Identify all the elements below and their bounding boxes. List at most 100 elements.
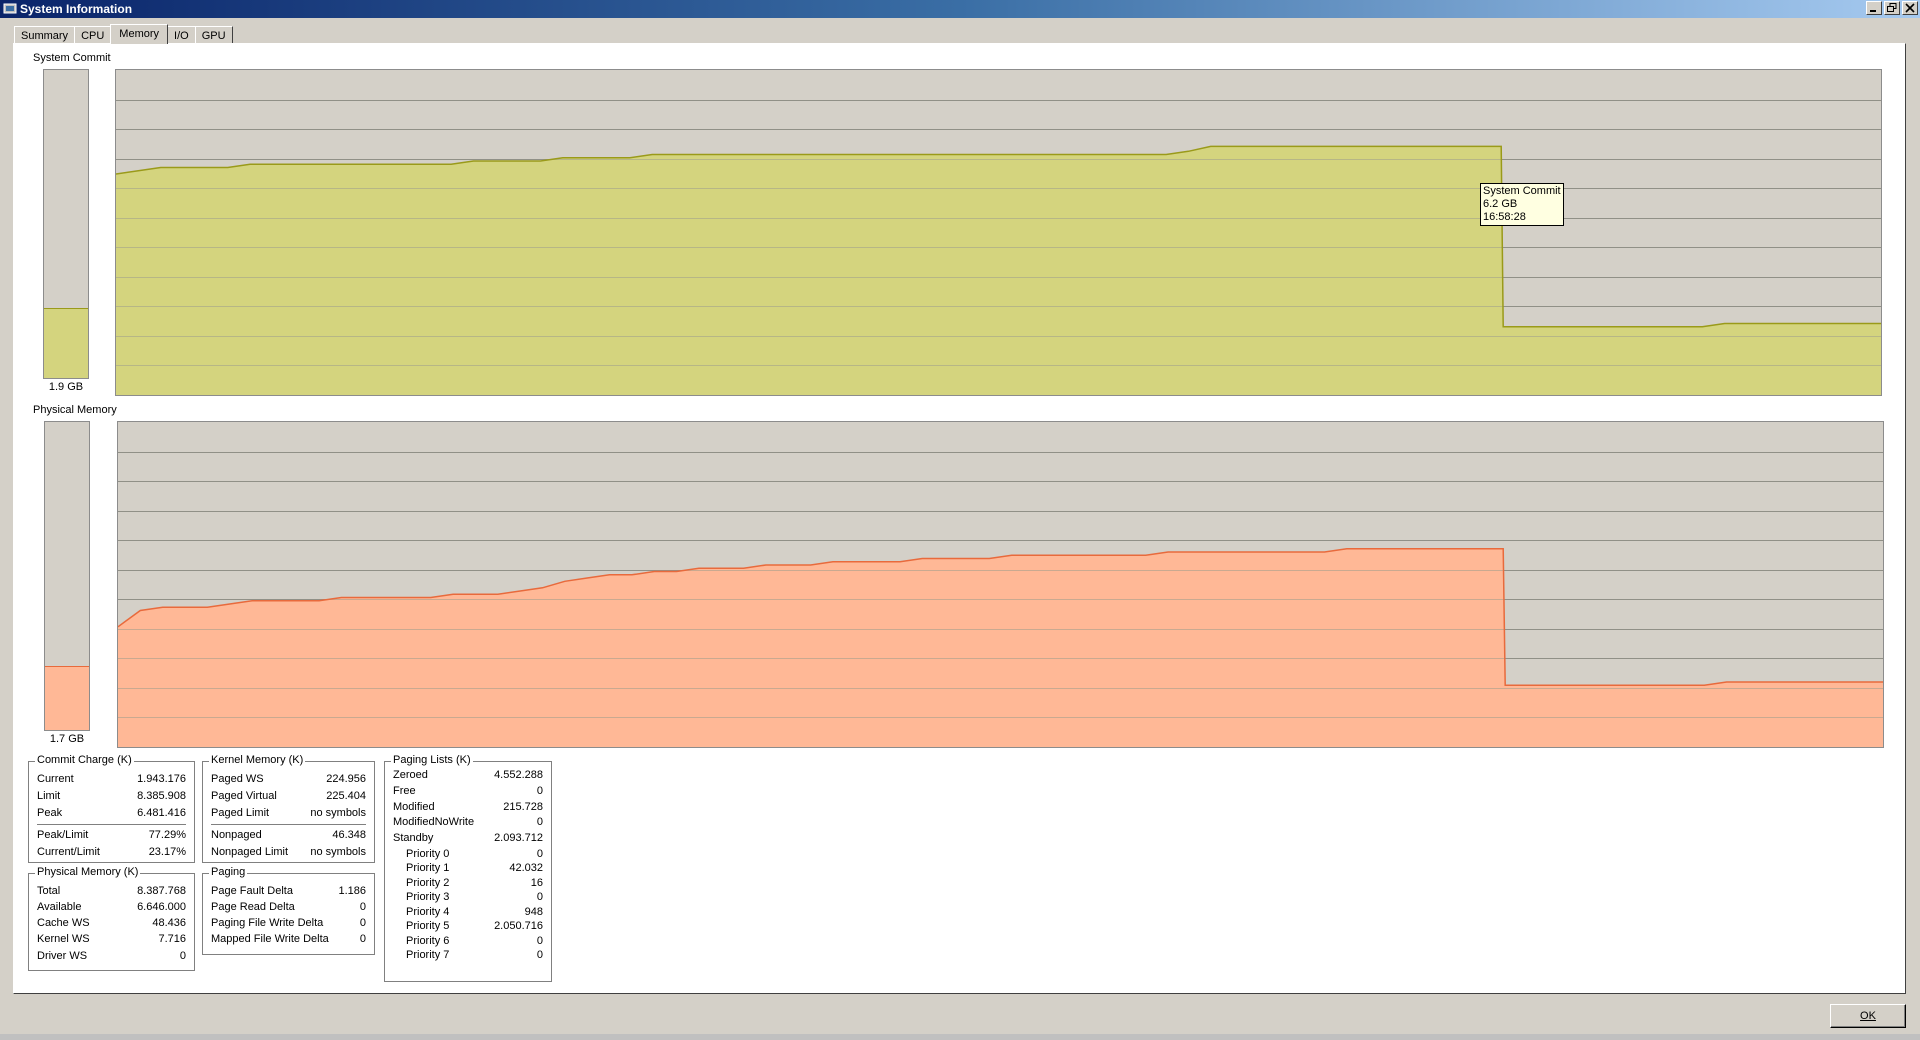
row-label: Current [37,773,74,785]
row-value: 224.956 [326,773,366,785]
commit-limit-row: Limit 8.385.908 [37,789,186,803]
tab-summary[interactable]: Summary [14,26,76,44]
priority-row: Priority 6 0 [393,934,543,948]
row-value: no symbols [310,807,366,819]
tab-cpu[interactable]: CPU [74,26,112,44]
paging-file-write-delta-row: Paging File Write Delta 0 [211,916,366,930]
kernel-nonpaged-limit-row: Nonpaged Limit no symbols [211,845,366,859]
row-label: Page Read Delta [211,901,295,913]
physical-memory-history-graph[interactable] [117,421,1884,748]
row-value: 0 [536,935,543,947]
row-label: Nonpaged Limit [211,846,289,858]
window-title: System Information [20,2,133,16]
row-label: Priority 5 [406,920,450,932]
paging-read-delta-row: Page Read Delta 0 [211,900,366,914]
priority-row: Priority 2 16 [393,876,543,890]
system-commit-gauge-fill [44,308,88,378]
system-commit-area [116,146,1881,395]
restore-button[interactable] [1884,1,1900,15]
tab-gpu[interactable]: GPU [194,26,233,44]
tab-io[interactable]: I/O [167,26,196,44]
row-value: 6.481.416 [137,807,186,819]
row-value: 2.050.716 [494,920,543,932]
row-label: Current/Limit [37,846,100,858]
row-label: Cache WS [37,917,90,929]
commit-current-limit-row: Current/Limit 23.17% [37,845,186,859]
row-label: Paged Limit [211,807,270,819]
row-value: 0 [536,816,543,828]
priority-row: Priority 0 0 [393,847,543,861]
row-value: 46.348 [332,829,366,841]
commit-peak-limit-row: Peak/Limit 77.29% [37,828,186,842]
paging-list-modified-row: Modified 215.728 [393,800,543,814]
row-label: Standby [393,832,434,844]
paging-title: Paging [209,866,248,878]
row-value: 0 [536,785,543,797]
phys-driver-ws-row: Driver WS 0 [37,949,186,963]
row-value: 23.17% [148,846,186,858]
physical-memory-title: Physical Memory [33,404,117,416]
close-button[interactable] [1902,1,1918,15]
row-label: Priority 2 [406,877,450,889]
system-commit-title: System Commit [33,52,111,64]
priority-row: Priority 3 0 [393,890,543,904]
system-commit-tooltip: System Commit 6.2 GB 16:58:28 [1480,183,1564,226]
row-value: 0 [536,949,543,961]
window-bottom-edge [0,1034,1920,1040]
close-icon [1905,3,1915,13]
physical-memory-gauge-label: 1.7 GB [49,733,85,745]
row-value: 7.716 [158,933,186,945]
row-label: Priority 4 [406,906,450,918]
paging-list-standby-row: Standby 2.093.712 [393,831,543,845]
commit-charge-title: Commit Charge (K) [35,754,134,766]
row-label: Limit [37,790,61,802]
row-value: 6.646.000 [137,901,186,913]
ok-button[interactable]: OK [1830,1004,1906,1028]
row-label: Modified [393,801,435,813]
commit-peak-row: Peak 6.481.416 [37,806,186,820]
system-commit-gauge [43,69,89,379]
row-value: 0 [359,917,366,929]
row-value: 77.29% [148,829,186,841]
tab-memory[interactable]: Memory [110,24,169,44]
commit-charge-group: Commit Charge (K) Current 1.943.176 Limit… [28,754,195,863]
system-commit-gauge-label: 1.9 GB [48,381,84,393]
row-value: 8.387.768 [137,885,186,897]
kernel-paged-ws-row: Paged WS 224.956 [211,772,366,786]
tab-strip: Summary CPU Memory I/O GPU [14,24,233,44]
divider [37,824,186,826]
row-label: Driver WS [37,950,88,962]
row-label: Paged Virtual [211,790,277,802]
row-value: 16 [530,877,543,889]
title-bar: System Information [0,0,1920,18]
row-label: Priority 7 [406,949,450,961]
row-value: 948 [524,906,543,918]
system-commit-history-graph[interactable] [115,69,1882,396]
minimize-button[interactable] [1866,1,1882,15]
row-value: 1.186 [338,885,366,897]
phys-available-row: Available 6.646.000 [37,900,186,914]
row-value: 1.943.176 [137,773,186,785]
row-label: Paged WS [211,773,264,785]
phys-cache-ws-row: Cache WS 48.436 [37,916,186,930]
kernel-paged-virtual-row: Paged Virtual 225.404 [211,789,366,803]
row-value: 42.032 [509,862,543,874]
physical-memory-gauge-fill [45,666,89,730]
row-value: 0 [536,891,543,903]
priority-row: Priority 5 2.050.716 [393,919,543,933]
tooltip-time: 16:58:28 [1483,211,1526,223]
row-label: ModifiedNoWrite [393,816,475,828]
row-value: 0 [359,933,366,945]
app-icon [3,3,17,14]
paging-lists-group: Paging Lists (K) Zeroed 4.552.288 Free 0 M… [384,754,552,982]
row-label: Peak/Limit [37,829,89,841]
row-value: 0 [536,848,543,860]
row-label: Priority 3 [406,891,450,903]
row-label: Mapped File Write Delta [211,933,329,945]
paging-fault-delta-row: Page Fault Delta 1.186 [211,884,366,898]
row-value: 0 [359,901,366,913]
restore-icon [1887,3,1897,12]
priority-row: Priority 7 0 [393,948,543,962]
physical-memory-k-title: Physical Memory (K) [35,866,141,878]
tooltip-value: 6.2 GB [1483,198,1518,210]
